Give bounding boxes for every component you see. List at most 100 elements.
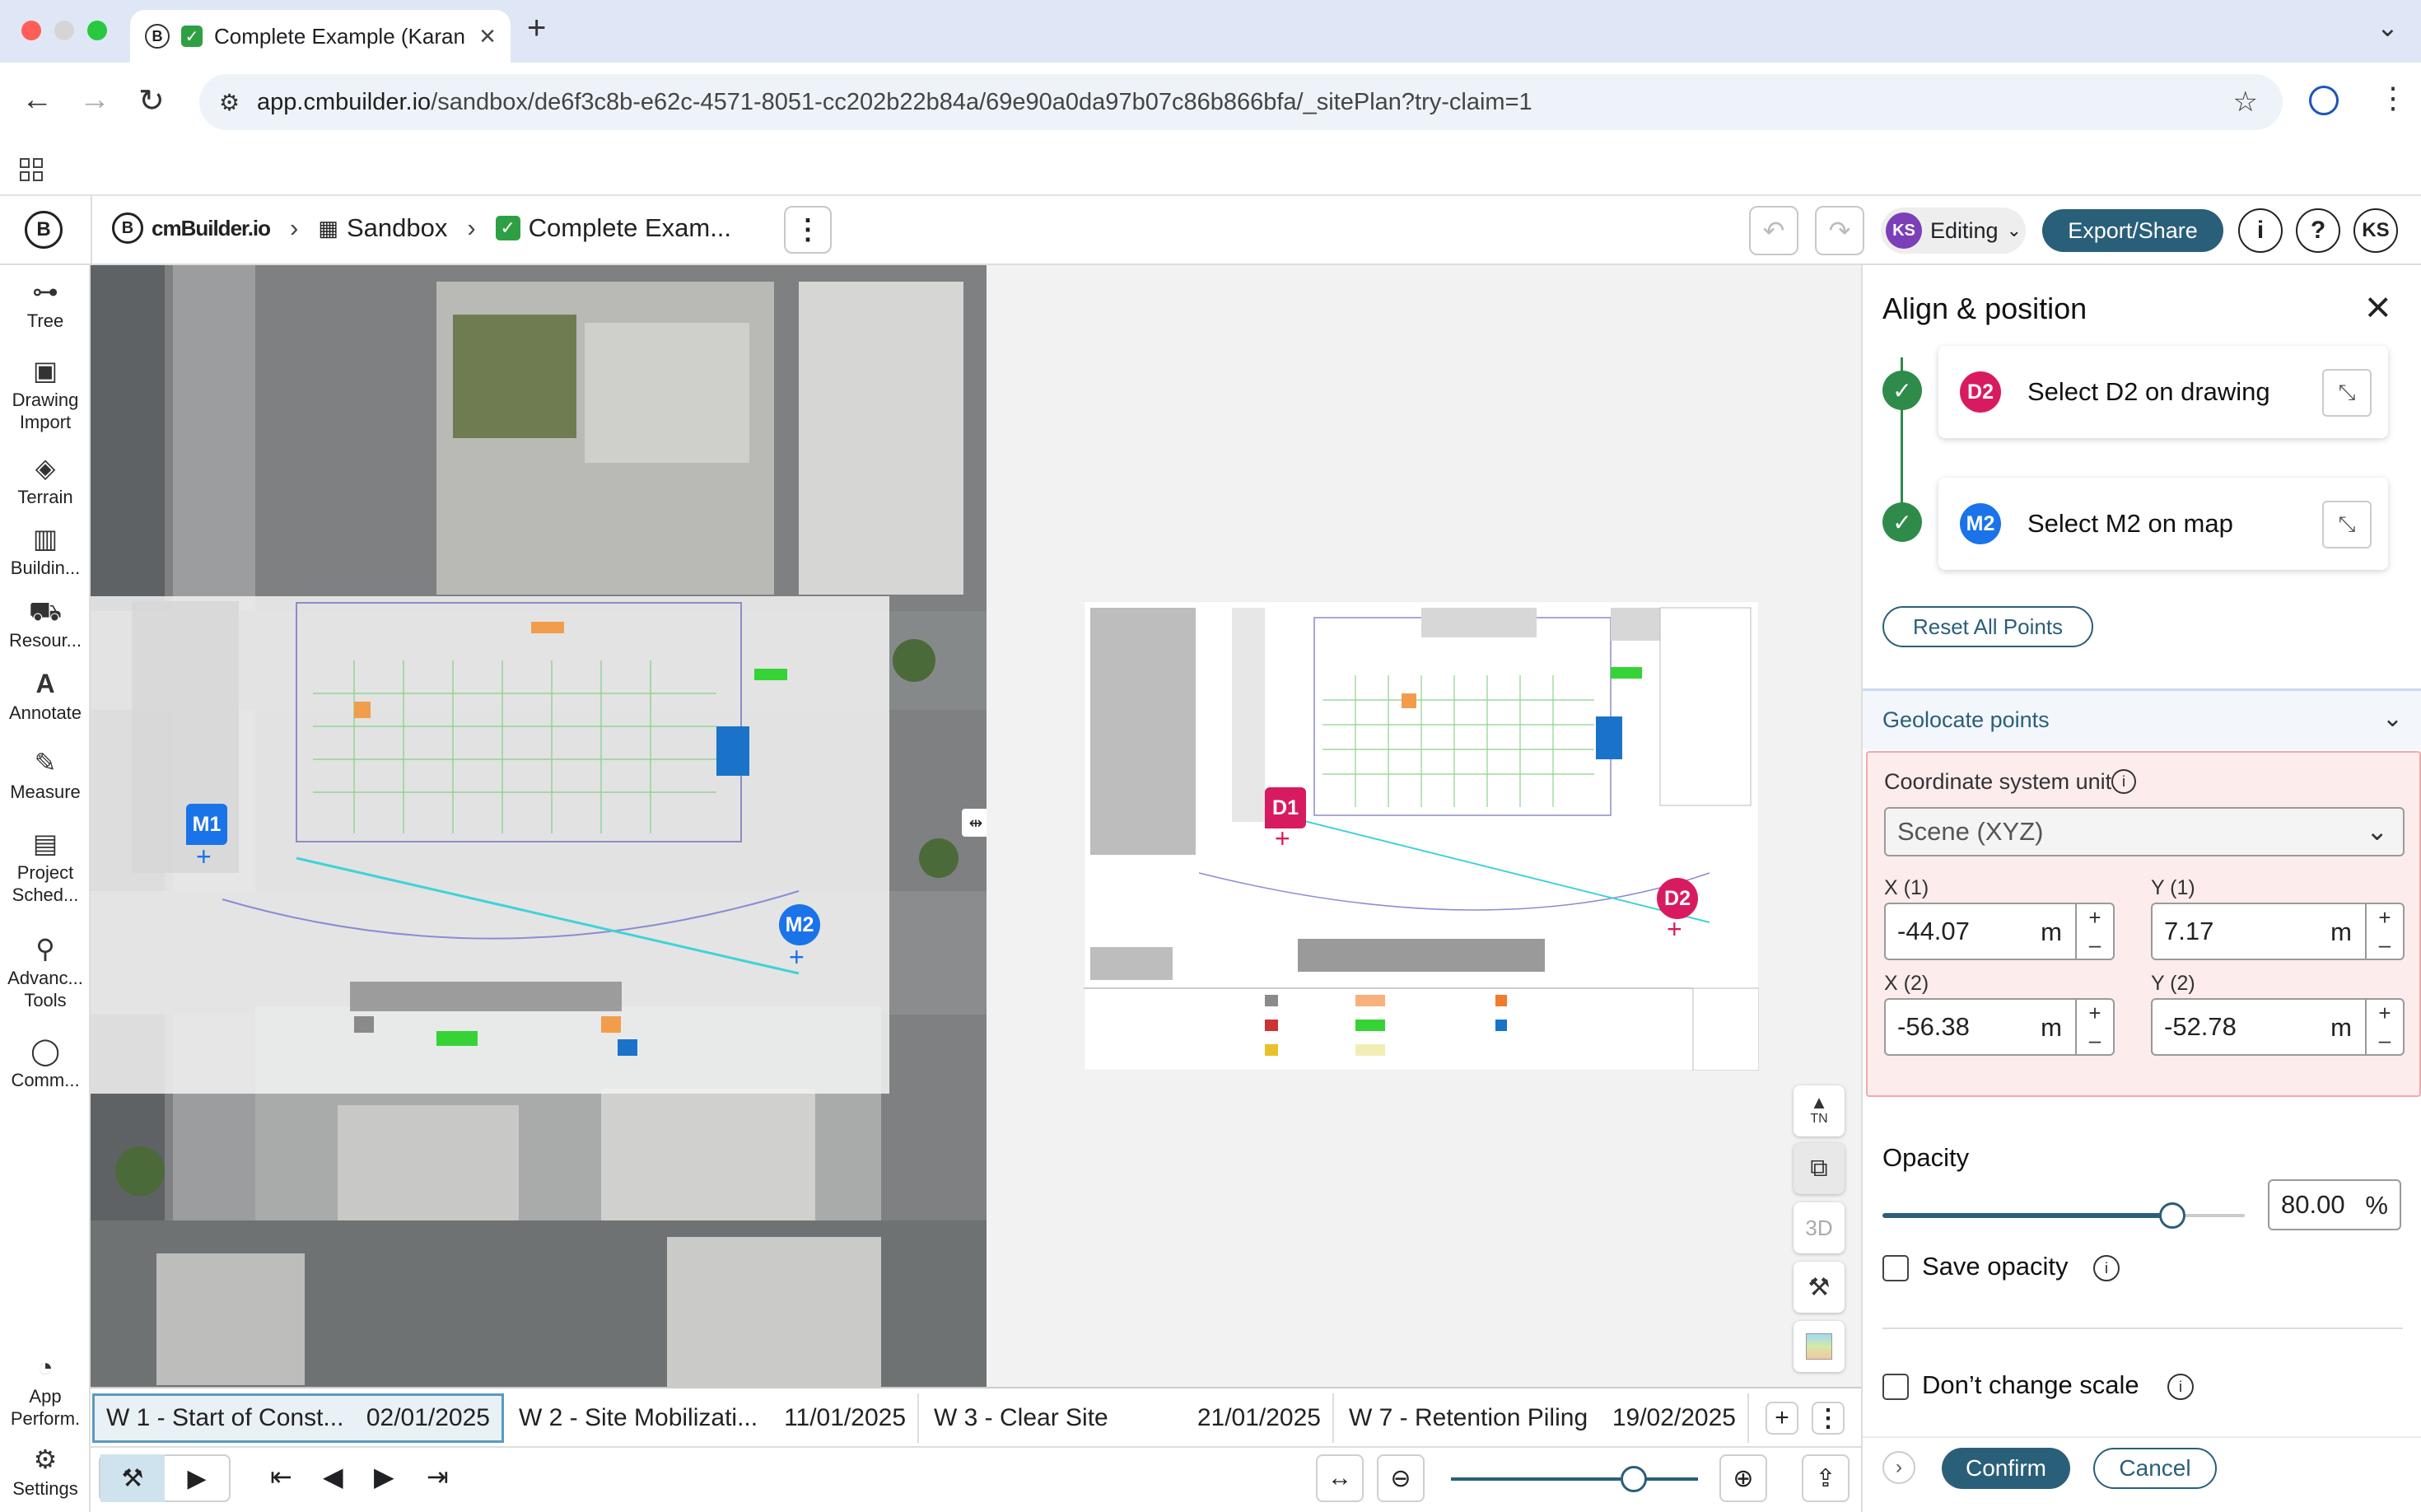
- step-select-d2[interactable]: D2 Select D2 on drawing ⤡: [1938, 346, 2388, 438]
- timeline-tab-active[interactable]: W 1 - Start of Const... 02/01/2025: [92, 1393, 504, 1443]
- crane-mode-button[interactable]: ⚒ ▶: [99, 1454, 231, 1502]
- pick-point-icon[interactable]: ⤡: [2322, 501, 2372, 548]
- new-tab-icon[interactable]: +: [527, 10, 546, 47]
- map-marker-m2[interactable]: M2: [779, 904, 820, 945]
- skip-to-end-icon[interactable]: ⇥: [427, 1461, 449, 1492]
- split-divider-handle[interactable]: ⇹: [962, 809, 987, 837]
- increment-icon[interactable]: +: [2088, 1001, 2101, 1026]
- layers-button[interactable]: ⧉: [1794, 1143, 1845, 1194]
- profile-icon[interactable]: [2309, 86, 2339, 115]
- rail-project-schedule[interactable]: ▤ Project Sched...: [0, 828, 91, 906]
- save-opacity-checkbox[interactable]: [1882, 1255, 1909, 1281]
- redo-button[interactable]: ↷: [1815, 206, 1864, 255]
- opacity-slider[interactable]: [1882, 1199, 2245, 1232]
- zoom-out-button[interactable]: ⊖: [1377, 1454, 1425, 1502]
- crane-view-button[interactable]: ⚒: [1794, 1262, 1845, 1313]
- geolocate-points-header[interactable]: Geolocate points ⌄: [1863, 688, 2421, 749]
- help-icon[interactable]: ?: [2296, 208, 2340, 253]
- rail-drawing-import[interactable]: ▣ Drawing Import: [0, 356, 91, 433]
- address-bar[interactable]: ⚙ app.cmbuilder.io/sandbox/de6f3c8b-e62c…: [199, 74, 2283, 130]
- maximize-window-icon[interactable]: [87, 21, 107, 40]
- editing-dropdown[interactable]: KS Editing ⌄: [1881, 208, 2026, 254]
- rail-advanced-tools[interactable]: ⚲ Advanc... Tools: [0, 934, 91, 1011]
- x1-input[interactable]: -44.07 m + –: [1884, 903, 2115, 960]
- pick-point-icon[interactable]: ⤡: [2322, 369, 2372, 417]
- rail-comments[interactable]: ◯ Comm...: [0, 1036, 91, 1091]
- timeline-menu-button[interactable]: ⋮: [1812, 1402, 1845, 1435]
- bookmark-star-icon[interactable]: ☆: [2233, 86, 2258, 119]
- info-icon[interactable]: i: [2238, 208, 2283, 253]
- forward-icon[interactable]: →: [79, 82, 110, 118]
- browser-tab[interactable]: B ✓ Complete Example (Karan ×: [130, 10, 511, 63]
- 3d-button[interactable]: 3D: [1794, 1202, 1845, 1253]
- increment-icon[interactable]: +: [2088, 905, 2101, 931]
- zoom-in-button[interactable]: ⊕: [1719, 1454, 1767, 1502]
- slider-thumb[interactable]: [1621, 1466, 1647, 1492]
- slider-thumb[interactable]: [2159, 1202, 2185, 1229]
- y1-input[interactable]: 7.17 m + –: [2151, 903, 2405, 960]
- drawing-marker-d2[interactable]: D2: [1657, 878, 1698, 919]
- drawing-view[interactable]: D1 + D2 +: [987, 265, 1861, 1387]
- x2-input[interactable]: -56.38 m + –: [1884, 998, 2115, 1056]
- basemap-button[interactable]: [1794, 1321, 1845, 1372]
- step-back-icon[interactable]: ◀: [323, 1461, 343, 1492]
- undo-button[interactable]: ↶: [1749, 206, 1798, 255]
- map-marker-m1[interactable]: M1: [186, 804, 227, 845]
- close-window-icon[interactable]: [21, 21, 41, 40]
- back-icon[interactable]: ←: [21, 82, 53, 118]
- increment-icon[interactable]: +: [2378, 1001, 2391, 1026]
- decrement-icon[interactable]: –: [2089, 932, 2101, 958]
- rail-app-performance[interactable]: ◔ App Perform.: [0, 1352, 91, 1430]
- minimize-window-icon[interactable]: [54, 21, 74, 40]
- info-icon[interactable]: i: [2111, 769, 2136, 794]
- increment-icon[interactable]: +: [2378, 905, 2391, 931]
- step-select-m2[interactable]: M2 Select M2 on map ⤡: [1938, 478, 2388, 570]
- app-logo-icon[interactable]: B: [25, 211, 63, 249]
- rail-measure[interactable]: ✎ Measure: [0, 748, 91, 803]
- user-avatar[interactable]: KS: [2353, 208, 2398, 253]
- close-icon[interactable]: ×: [2365, 282, 2391, 333]
- fit-width-button[interactable]: ↔: [1316, 1454, 1364, 1502]
- crumb-sandbox[interactable]: Sandbox: [347, 213, 447, 243]
- add-timeline-button[interactable]: +: [1766, 1402, 1798, 1435]
- timeline-tab[interactable]: W 3 - Clear Site 21/01/2025: [922, 1393, 1334, 1443]
- cmbuilder-logo-text[interactable]: cmBuilder.io: [152, 216, 271, 241]
- browser-menu-icon[interactable]: ⋮: [2378, 81, 2408, 115]
- zoom-slider[interactable]: [1451, 1464, 1698, 1494]
- coord-unit-select[interactable]: Scene (XYZ) ⌄: [1884, 807, 2405, 856]
- close-tab-icon[interactable]: ×: [479, 21, 496, 53]
- crumb-project[interactable]: Complete Exam...: [529, 213, 731, 243]
- export-frame-button[interactable]: ⇪: [1802, 1454, 1850, 1502]
- timeline-tab[interactable]: W 7 - Retention Piling 19/02/2025: [1337, 1393, 1749, 1443]
- reset-all-points-button[interactable]: Reset All Points: [1882, 606, 2093, 647]
- map-view[interactable]: M1 + M2 + ⇹: [91, 265, 987, 1387]
- apps-grid-icon[interactable]: [20, 158, 43, 181]
- drawing-marker-d1[interactable]: D1: [1265, 787, 1306, 828]
- project-menu-button[interactable]: ⋮: [784, 206, 832, 254]
- site-settings-icon[interactable]: ⚙: [219, 89, 240, 116]
- rail-annotate[interactable]: A Annotate: [0, 669, 91, 724]
- rail-resources[interactable]: ⛟ Resour...: [0, 596, 91, 651]
- chevron-right-icon[interactable]: ›: [1882, 1451, 1915, 1484]
- confirm-button[interactable]: Confirm: [1942, 1448, 2070, 1489]
- timeline-tab[interactable]: W 2 - Site Mobilizati... 11/01/2025: [507, 1393, 919, 1443]
- y1-stepper[interactable]: + –: [2365, 904, 2403, 959]
- step-forward-icon[interactable]: ▶: [374, 1461, 394, 1492]
- decrement-icon[interactable]: –: [2089, 1028, 2101, 1053]
- export-share-button[interactable]: Export/Share: [2042, 209, 2223, 252]
- x1-stepper[interactable]: + –: [2075, 904, 2113, 959]
- cancel-button[interactable]: Cancel: [2093, 1448, 2217, 1489]
- x2-stepper[interactable]: + –: [2075, 1000, 2113, 1054]
- info-icon[interactable]: i: [2167, 1374, 2194, 1400]
- decrement-icon[interactable]: –: [2379, 1028, 2391, 1053]
- cmbuilder-logo-icon[interactable]: B: [112, 212, 143, 244]
- decrement-icon[interactable]: –: [2379, 932, 2391, 958]
- skip-to-start-icon[interactable]: ⇤: [270, 1461, 292, 1492]
- dont-change-scale-checkbox[interactable]: [1882, 1374, 1909, 1400]
- rail-settings[interactable]: ⚙ Settings: [0, 1444, 91, 1500]
- reload-icon[interactable]: ↻: [138, 82, 165, 119]
- y2-input[interactable]: -52.78 m + –: [2151, 998, 2405, 1056]
- rail-terrain[interactable]: ◈ Terrain: [0, 453, 91, 508]
- info-icon[interactable]: i: [2093, 1255, 2120, 1281]
- rail-tree[interactable]: ⊶ Tree: [0, 277, 91, 332]
